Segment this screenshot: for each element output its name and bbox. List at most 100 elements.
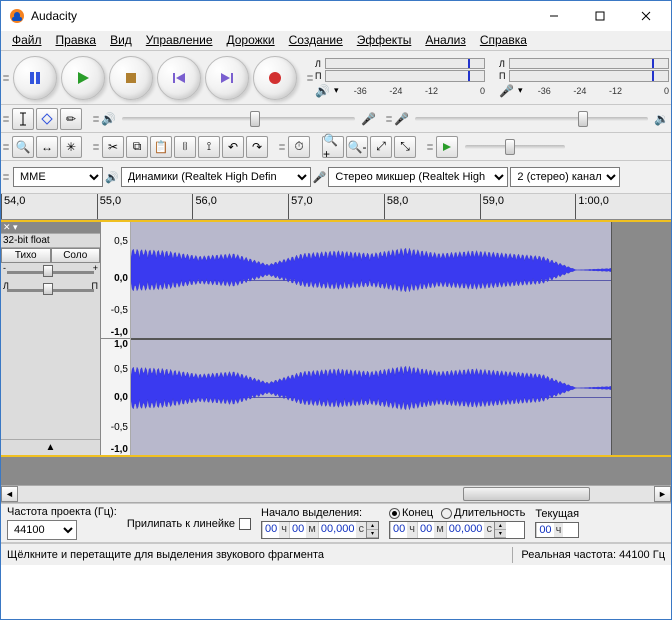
- waveform-left[interactable]: [131, 222, 611, 338]
- menu-file[interactable]: Файл: [5, 31, 49, 50]
- menu-tracks[interactable]: Дорожки: [220, 31, 282, 50]
- mic-icon: 🎤: [361, 112, 376, 126]
- edit-toolbar: 🔍 ↔ ✳ ✂ ⧉ 📋 ⧙⧘ ⟟ ↶ ↷ ⏱ 🔍+ 🔍- ⤢ ⤡: [1, 133, 671, 161]
- grip-icon[interactable]: [427, 133, 433, 161]
- meter-r-label: П: [499, 71, 505, 81]
- grip-icon[interactable]: [3, 163, 9, 191]
- fit-project-icon[interactable]: ⤡: [394, 136, 416, 158]
- menu-generate[interactable]: Создание: [282, 31, 350, 50]
- input-device-select[interactable]: Стерео микшер (Realtek High: [328, 167, 508, 187]
- copy-icon[interactable]: ⧉: [126, 136, 148, 158]
- app-icon: [9, 8, 25, 24]
- redo-icon[interactable]: ↷: [246, 136, 268, 158]
- skip-start-button[interactable]: [157, 56, 201, 100]
- output-device-select[interactable]: Динамики (Realtek High Defin: [121, 167, 311, 187]
- record-button[interactable]: [253, 56, 297, 100]
- envelope-tool-icon[interactable]: [36, 108, 58, 130]
- paste-icon[interactable]: 📋: [150, 136, 172, 158]
- selection-start-label: Начало выделения:: [261, 507, 379, 519]
- speaker-small-icon: 🔉: [654, 112, 669, 126]
- cut-icon[interactable]: ✂: [102, 136, 124, 158]
- zoom-tool-icon[interactable]: 🔍: [12, 136, 34, 158]
- draw-tool-icon[interactable]: ✏: [60, 108, 82, 130]
- sync-lock-icon[interactable]: ⏱: [288, 136, 310, 158]
- empty-track-area[interactable]: [1, 457, 671, 485]
- waveform-right[interactable]: [131, 340, 611, 456]
- snap-checkbox[interactable]: [239, 518, 251, 530]
- record-meter-r[interactable]: [509, 70, 669, 82]
- silence-icon[interactable]: ⟟: [198, 136, 220, 158]
- track-control-panel[interactable]: ✕ ▾ 32-bit float Тихо Соло - + Л П ▲: [1, 222, 101, 455]
- menu-analyze[interactable]: Анализ: [418, 31, 473, 50]
- playback-meter-r[interactable]: [325, 70, 485, 82]
- menu-view[interactable]: Вид: [103, 31, 139, 50]
- host-api-select[interactable]: MME: [13, 167, 103, 187]
- app-title: Audacity: [31, 9, 531, 23]
- grip-icon[interactable]: [386, 105, 392, 133]
- menu-edit[interactable]: Правка: [49, 31, 104, 50]
- vertical-scale[interactable]: 0,5 0,0 -0,5 -1,0 1,0 0,5 0,0 -0,5 -1,0: [101, 222, 131, 455]
- record-meter-l[interactable]: [509, 58, 669, 70]
- close-button[interactable]: [623, 1, 669, 31]
- transport-toolbar: Л П Л П 🔊 ▾ -36 -24 -12: [1, 51, 671, 105]
- timeline-ruler[interactable]: 54,0 55,0 56,0 57,0 58,0 59,0 1:00,0: [1, 194, 671, 220]
- mute-button[interactable]: Тихо: [1, 248, 51, 263]
- timeshift-tool-icon[interactable]: ↔: [36, 136, 58, 158]
- playback-meter-l[interactable]: [325, 58, 485, 70]
- skip-end-button[interactable]: [205, 56, 249, 100]
- selection-toolbar: Частота проекта (Гц): 44100 Прилипать к …: [1, 503, 671, 543]
- scroll-right-button[interactable]: ►: [654, 486, 671, 502]
- stop-button[interactable]: [109, 56, 153, 100]
- play-button[interactable]: [61, 56, 105, 100]
- playback-volume-slider[interactable]: [122, 117, 355, 121]
- mic-icon: 🎤: [499, 84, 514, 98]
- minimize-button[interactable]: [531, 1, 577, 31]
- fit-selection-icon[interactable]: ⤢: [370, 136, 392, 158]
- horizontal-scrollbar[interactable]: ◄ ►: [1, 485, 671, 503]
- trim-icon[interactable]: ⧙⧘: [174, 136, 196, 158]
- grip-icon[interactable]: [3, 105, 9, 133]
- pause-button[interactable]: [13, 56, 57, 100]
- collapse-button[interactable]: ▲: [1, 439, 100, 455]
- track-format: 32-bit float: [1, 234, 100, 248]
- grip-icon[interactable]: [3, 64, 9, 92]
- multi-tool-icon[interactable]: ✳: [60, 136, 82, 158]
- grip-icon[interactable]: [93, 133, 99, 161]
- channels-select[interactable]: 2 (стерео) канал: [510, 167, 620, 187]
- selection-start-time[interactable]: 00ч 00м 00,000с ▴▾: [261, 521, 379, 539]
- pan-slider[interactable]: Л П: [1, 281, 100, 299]
- length-radio[interactable]: Длительность: [441, 507, 525, 519]
- grip-icon[interactable]: [3, 133, 9, 161]
- speaker-icon: 🔊: [101, 112, 116, 126]
- meter-l-label: Л: [315, 59, 321, 69]
- selection-tool-icon[interactable]: [12, 108, 34, 130]
- gain-slider[interactable]: - +: [1, 263, 100, 281]
- grip-icon[interactable]: [93, 105, 99, 133]
- undo-icon[interactable]: ↶: [222, 136, 244, 158]
- audio-position-label: Текущая: [535, 508, 579, 520]
- record-volume-slider[interactable]: [415, 117, 648, 121]
- grip-icon[interactable]: [279, 133, 285, 161]
- meter-r-label: П: [315, 71, 321, 81]
- solo-button[interactable]: Соло: [51, 248, 101, 263]
- play-speed-slider[interactable]: [465, 145, 565, 149]
- menu-effect[interactable]: Эффекты: [350, 31, 419, 50]
- project-rate-select[interactable]: 44100: [7, 520, 77, 540]
- play-at-speed-icon[interactable]: [436, 136, 458, 158]
- mic-icon: 🎤: [394, 112, 409, 126]
- audio-position-time[interactable]: 00ч: [535, 522, 579, 538]
- zoom-in-icon[interactable]: 🔍+: [322, 136, 344, 158]
- selection-end-time[interactable]: 00ч 00м 00,000с ▴▾: [389, 521, 525, 539]
- device-toolbar: MME 🔊 Динамики (Realtek High Defin 🎤 Сте…: [1, 161, 671, 194]
- speaker-icon: 🔊: [315, 84, 330, 98]
- zoom-out-icon[interactable]: 🔍-: [346, 136, 368, 158]
- scroll-left-button[interactable]: ◄: [1, 486, 18, 502]
- snap-label: Прилипать к линейке: [127, 518, 235, 530]
- menu-help[interactable]: Справка: [473, 31, 534, 50]
- mic-icon: 🎤: [313, 171, 327, 184]
- maximize-button[interactable]: [577, 1, 623, 31]
- grip-icon[interactable]: [307, 64, 313, 92]
- project-rate-label: Частота проекта (Гц):: [7, 506, 117, 518]
- menu-transport[interactable]: Управление: [139, 31, 220, 50]
- end-radio[interactable]: Конец: [389, 507, 433, 519]
